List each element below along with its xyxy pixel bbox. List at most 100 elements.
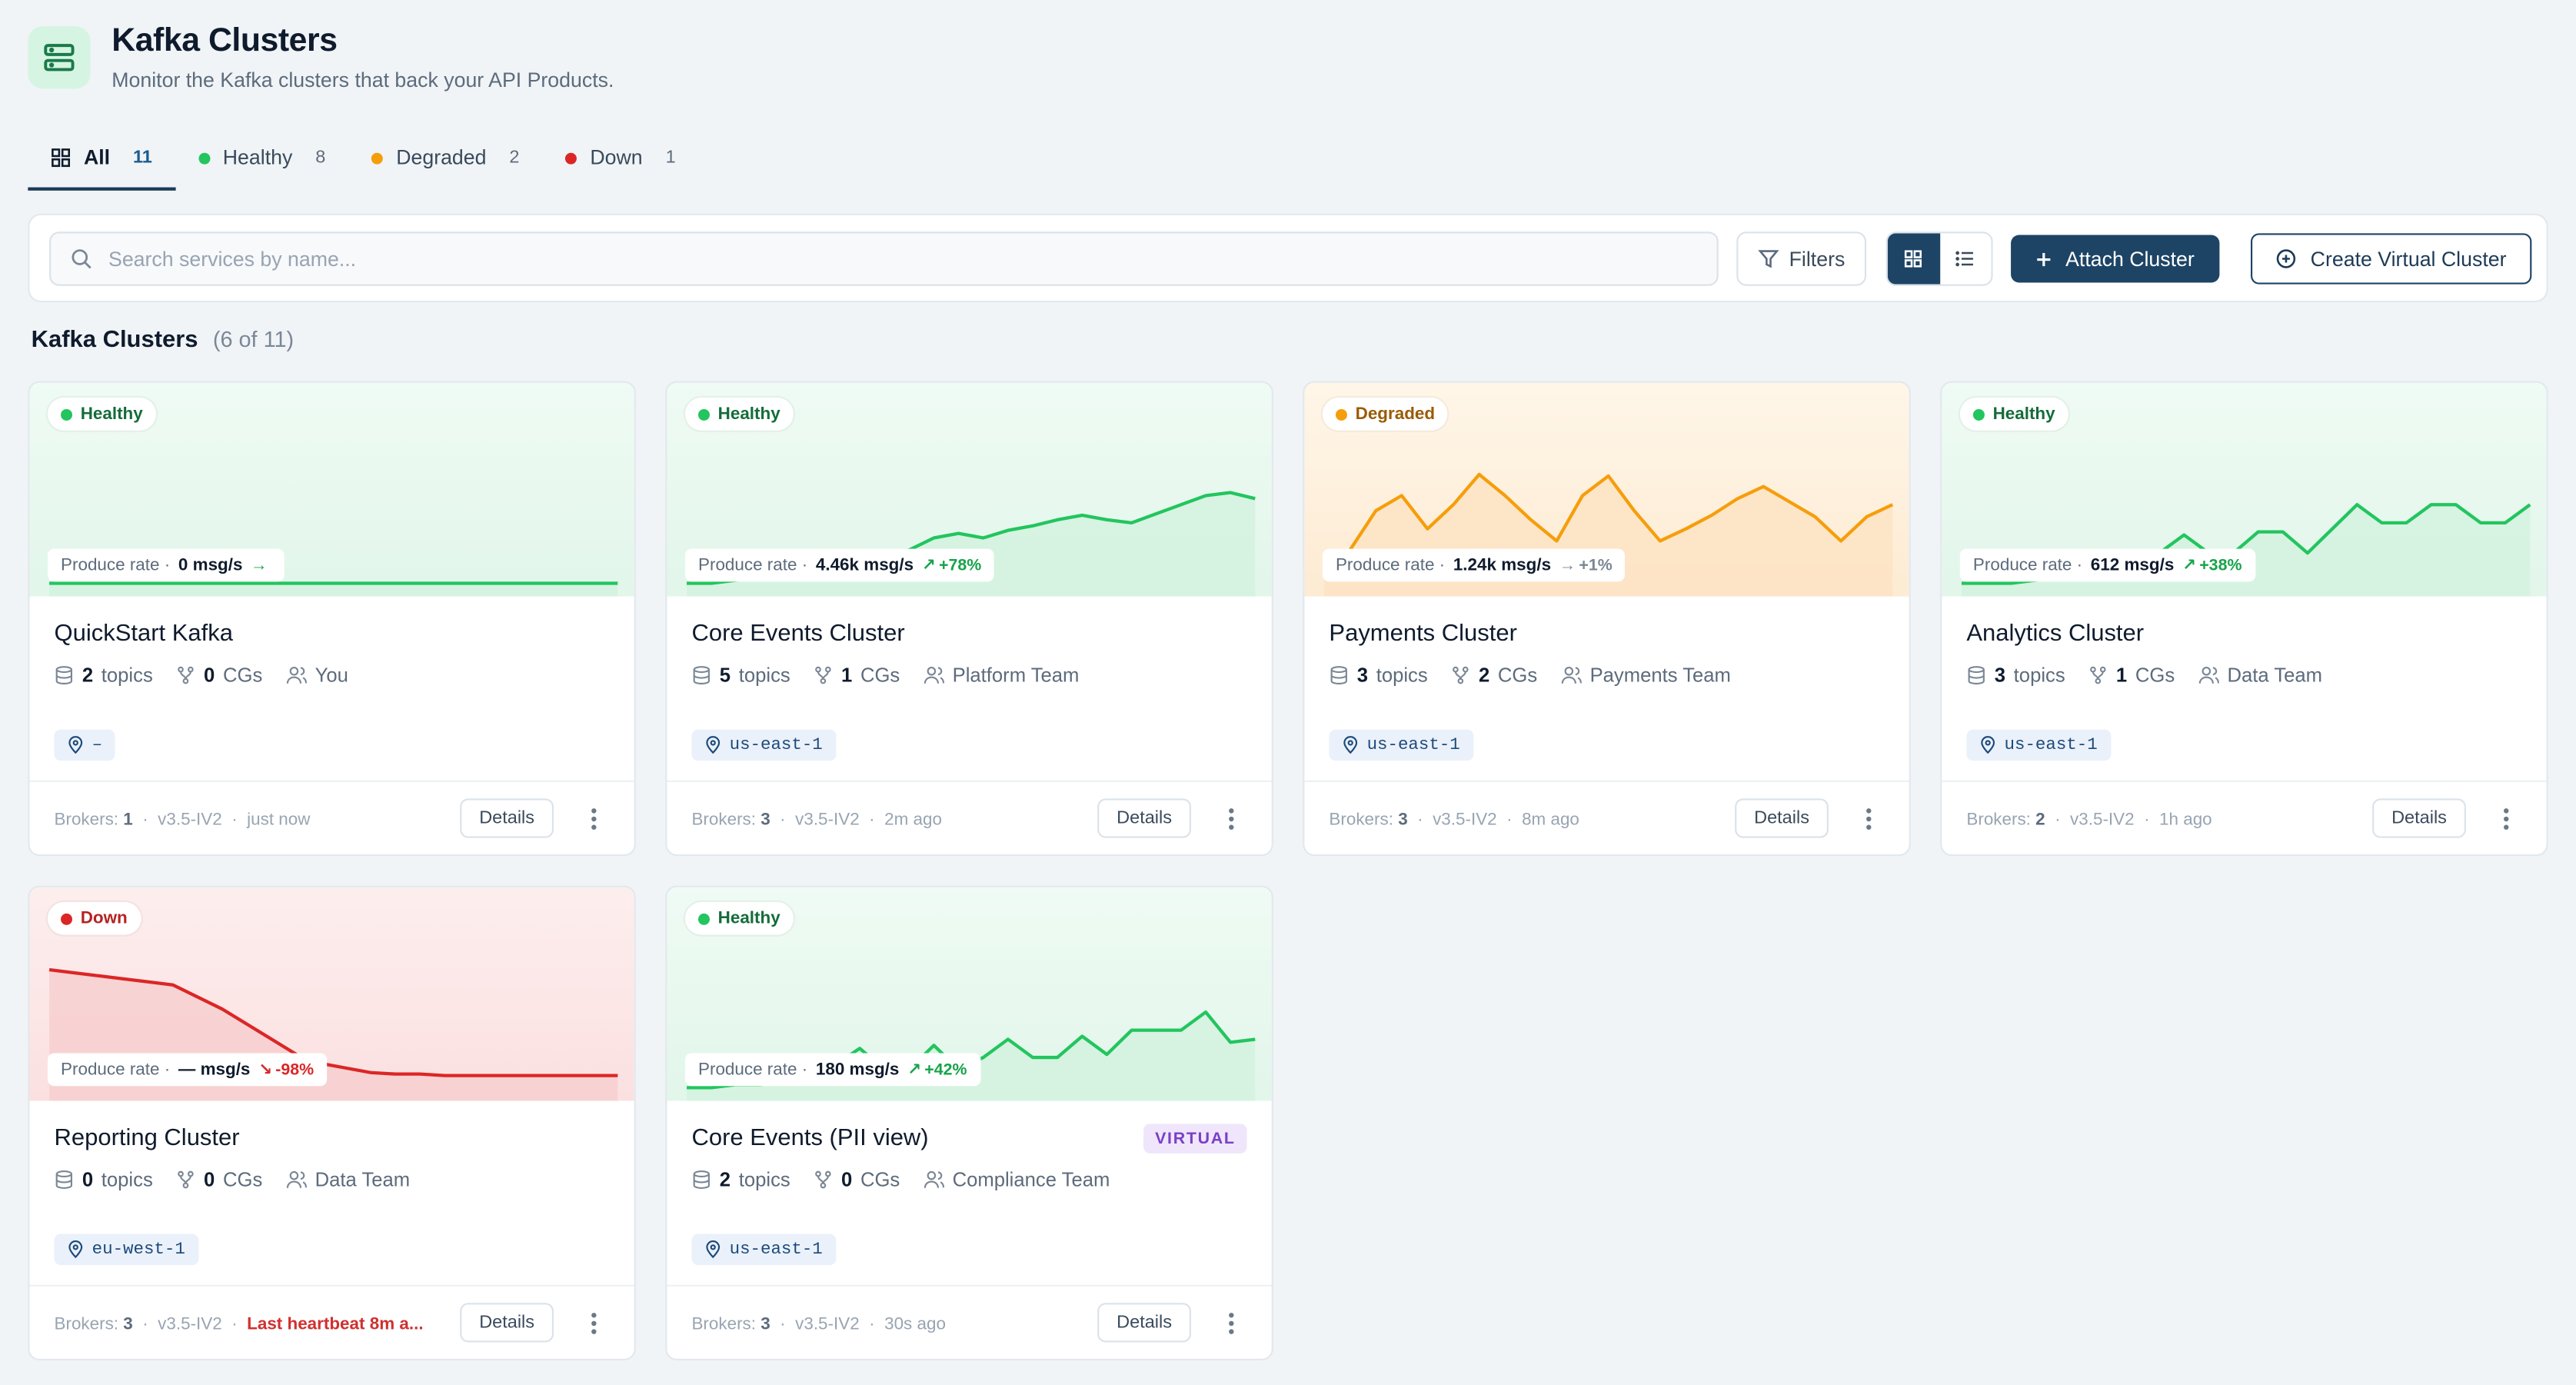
list-view-button[interactable] xyxy=(1939,233,1991,284)
cluster-card[interactable]: Healthy Produce rate · 180 msg/s ↗ +42% … xyxy=(665,885,1273,1361)
cgs-value: 0 xyxy=(204,1168,215,1191)
status-label: Healthy xyxy=(1992,404,2055,424)
cluster-card[interactable]: Degraded Produce rate · 1.24k msg/s → +1… xyxy=(1303,381,1911,857)
last-updated: just now xyxy=(247,810,311,830)
search-input[interactable] xyxy=(108,247,1587,271)
card-footer: Brokers: 1 · v3.5-IV2 · just now Details xyxy=(29,780,634,854)
brokers-value: 2 xyxy=(2035,810,2045,830)
tab-healthy[interactable]: Healthy 8 xyxy=(175,128,348,191)
cluster-card[interactable]: Healthy Produce rate · 612 msg/s ↗ +38% … xyxy=(1940,381,2548,857)
owner: Compliance Team xyxy=(923,1168,1110,1191)
brokers-label: Brokers: xyxy=(1966,810,2031,830)
produce-rate-label: Produce rate · xyxy=(698,555,808,575)
more-options-icon[interactable] xyxy=(1219,805,1242,831)
cgs-label: CGs xyxy=(860,664,900,688)
status-badge: Healthy xyxy=(684,398,794,431)
cluster-name[interactable]: Analytics Cluster xyxy=(1966,621,2144,648)
produce-rate-delta: +78% xyxy=(938,556,982,574)
cgs-label: CGs xyxy=(1497,664,1538,688)
status-badge: Down xyxy=(47,901,141,935)
details-button[interactable]: Details xyxy=(460,798,554,838)
brokers-value: 1 xyxy=(123,810,133,830)
produce-rate-delta: +38% xyxy=(2199,556,2242,574)
cluster-info: Brokers: 2 · v3.5-IV2 · 1h ago xyxy=(1966,810,2212,830)
more-options-icon[interactable] xyxy=(581,1310,604,1336)
search-icon xyxy=(72,249,92,269)
cluster-name[interactable]: QuickStart Kafka xyxy=(55,621,233,648)
owner-label: Compliance Team xyxy=(952,1168,1110,1191)
details-button[interactable]: Details xyxy=(1097,1303,1191,1343)
attach-cluster-button[interactable]: Attach Cluster xyxy=(2011,235,2220,283)
version-label: v3.5-IV2 xyxy=(158,1314,222,1334)
owner: Platform Team xyxy=(923,664,1079,687)
card-footer: Brokers: 3 · v3.5-IV2 · 30s ago Details xyxy=(667,1284,1272,1359)
degraded-dot-icon xyxy=(371,151,384,164)
more-options-icon[interactable] xyxy=(2494,805,2517,831)
status-badge: Healthy xyxy=(1959,398,2068,431)
cluster-meta: 5 topics 1 CGs Platform Team xyxy=(691,664,1079,687)
owner-label: Data Team xyxy=(315,1168,411,1191)
produce-rate-pill: Produce rate · — msg/s ↘ -98% xyxy=(47,1053,328,1087)
create-virtual-cluster-button[interactable]: Create Virtual Cluster xyxy=(2251,233,2532,285)
map-pin-icon xyxy=(706,1240,721,1259)
page-title: Kafka Clusters xyxy=(111,22,338,59)
tab-degraded[interactable]: Degraded 2 xyxy=(348,128,542,191)
map-pin-icon xyxy=(1343,736,1358,754)
cluster-meta: 3 topics 2 CGs Payments Team xyxy=(1329,664,1731,687)
down-dot-icon xyxy=(565,151,577,164)
more-options-icon[interactable] xyxy=(581,805,604,831)
plus-circle-icon xyxy=(2277,249,2296,268)
brokers-label: Brokers: xyxy=(1329,810,1393,830)
produce-rate-label: Produce rate · xyxy=(61,1060,171,1080)
tab-all[interactable]: All 11 xyxy=(28,128,175,191)
card-footer: Brokers: 3 · v3.5-IV2 · Last heartbeat 8… xyxy=(29,1284,634,1359)
details-button[interactable]: Details xyxy=(1097,798,1191,838)
branch-icon xyxy=(815,1170,831,1189)
produce-rate-pill: Produce rate · 612 msg/s ↗ +38% xyxy=(1959,548,2255,582)
cluster-name[interactable]: Payments Cluster xyxy=(1329,621,1516,648)
version-label: v3.5-IV2 xyxy=(1433,810,1497,830)
cgs-label: CGs xyxy=(860,1168,900,1191)
filters-button[interactable]: Filters xyxy=(1736,231,1867,286)
produce-rate-pill: Produce rate · 180 msg/s ↗ +42% xyxy=(684,1053,980,1087)
status-label: Down xyxy=(80,908,128,929)
toolbar: Filters Attach Cluster xyxy=(28,213,2548,303)
more-options-icon[interactable] xyxy=(1219,1310,1242,1336)
section-title: Kafka Clusters xyxy=(31,327,198,354)
cluster-card[interactable]: Down Produce rate · — msg/s ↘ -98% Repor… xyxy=(28,885,636,1361)
produce-rate-value: 1.24k msg/s xyxy=(1453,555,1552,575)
filters-label: Filters xyxy=(1789,247,1845,271)
cluster-name[interactable]: Core Events (PII view) xyxy=(691,1126,928,1152)
owner-label: Platform Team xyxy=(952,664,1080,688)
version-label: v3.5-IV2 xyxy=(795,1314,860,1334)
version-label: v3.5-IV2 xyxy=(795,810,860,830)
topics-value: 3 xyxy=(1356,664,1369,688)
tab-down[interactable]: Down 1 xyxy=(542,128,698,191)
cgs-count: 0 CGs xyxy=(176,1168,263,1191)
status-label: Degraded xyxy=(1355,404,1436,424)
details-button[interactable]: Details xyxy=(1735,798,1829,838)
details-button[interactable]: Details xyxy=(2372,798,2466,838)
cluster-name[interactable]: Core Events Cluster xyxy=(691,621,904,648)
brokers-label: Brokers: xyxy=(691,1314,756,1334)
users-icon xyxy=(286,666,307,684)
cluster-card[interactable]: Healthy Produce rate · 0 msg/s → QuickSt… xyxy=(28,381,636,857)
cluster-name[interactable]: Reporting Cluster xyxy=(55,1126,240,1152)
grid-icon xyxy=(1905,250,1922,268)
cgs-count: 1 CGs xyxy=(814,664,900,687)
database-icon xyxy=(55,1170,73,1189)
owner: Payments Team xyxy=(1560,664,1731,687)
grid-icon xyxy=(52,148,71,168)
grid-view-button[interactable] xyxy=(1887,233,1940,285)
more-options-icon[interactable] xyxy=(1856,805,1879,831)
cluster-card[interactable]: Healthy Produce rate · 4.46k msg/s ↗ +78… xyxy=(665,381,1273,857)
region-label: eu-west-1 xyxy=(92,1239,185,1260)
tab-label: Down xyxy=(590,146,643,170)
brokers-value: 3 xyxy=(1398,810,1408,830)
region-label: us-east-1 xyxy=(1366,735,1460,755)
produce-rate-sparkline: Healthy Produce rate · 180 msg/s ↗ +42% xyxy=(667,887,1272,1101)
status-label: Healthy xyxy=(717,404,780,424)
details-button[interactable]: Details xyxy=(460,1303,554,1343)
cgs-label: CGs xyxy=(222,1168,263,1191)
produce-rate-pill: Produce rate · 0 msg/s → xyxy=(47,548,284,582)
